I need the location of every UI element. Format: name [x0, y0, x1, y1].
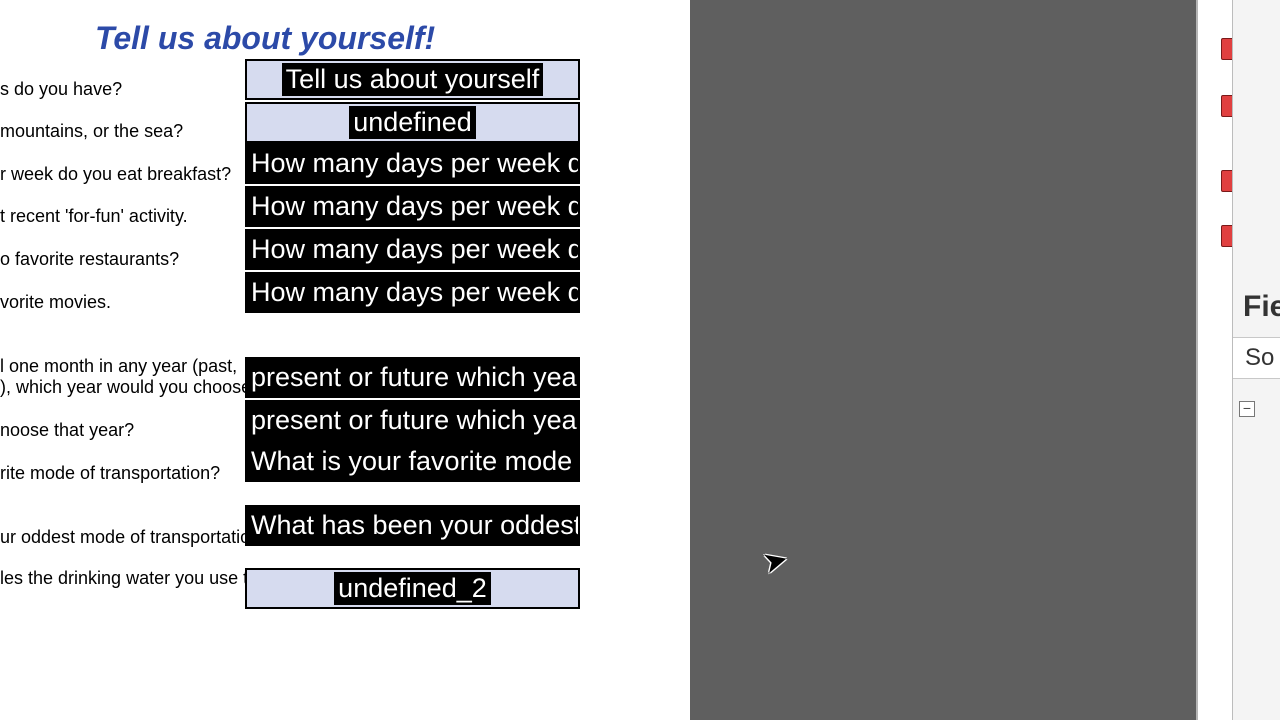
field-days-3[interactable]: How many days per week do you [245, 229, 580, 270]
field-days-2[interactable]: How many days per week do you [245, 186, 580, 227]
question-breakfast: r week do you eat breakfast? [0, 163, 231, 185]
question-pets: s do you have? [0, 78, 122, 100]
question-transport: rite mode of transportation? [0, 462, 220, 484]
field-year-1[interactable]: present or future which year wou [245, 357, 580, 398]
field-days-4[interactable]: How many days per week do you [245, 272, 580, 313]
question-movies: vorite movies. [0, 291, 111, 313]
question-year-b: ), which year would you choose? [0, 376, 261, 398]
question-oddest: ur oddest mode of transportation? [0, 526, 270, 548]
field-title[interactable]: Tell us about yourself [245, 59, 580, 100]
tree-collapse-icon[interactable]: − [1239, 401, 1255, 417]
question-mountains: mountains, or the sea? [0, 120, 183, 142]
workspace-background [690, 0, 1210, 720]
field-undefined-2[interactable]: undefined_2 [245, 568, 580, 609]
panel-title: Fie [1243, 290, 1280, 324]
field-year-2[interactable]: present or future which year wou [245, 400, 580, 441]
question-whyyear: noose that year? [0, 419, 134, 441]
field-mode[interactable]: What is your favorite mode of tra [245, 441, 580, 482]
document-page: Tell us about yourself! s do you have? m… [0, 0, 690, 720]
next-page-edge [1196, 0, 1233, 720]
form-title: Tell us about yourself! [95, 20, 435, 57]
field-undefined[interactable]: undefined [245, 102, 580, 143]
panel-sort[interactable]: So [1233, 337, 1280, 379]
fields-panel: Fie So − [1232, 0, 1280, 720]
question-water: les the drinking water you use the [0, 567, 268, 589]
question-restaurants: o favorite restaurants? [0, 248, 179, 270]
question-forfun: t recent 'for-fun' activity. [0, 205, 188, 227]
question-year-a: l one month in any year (past, [0, 355, 237, 377]
field-days-1[interactable]: How many days per week do you [245, 143, 580, 184]
field-oddest[interactable]: What has been your oddest mode [245, 505, 580, 546]
